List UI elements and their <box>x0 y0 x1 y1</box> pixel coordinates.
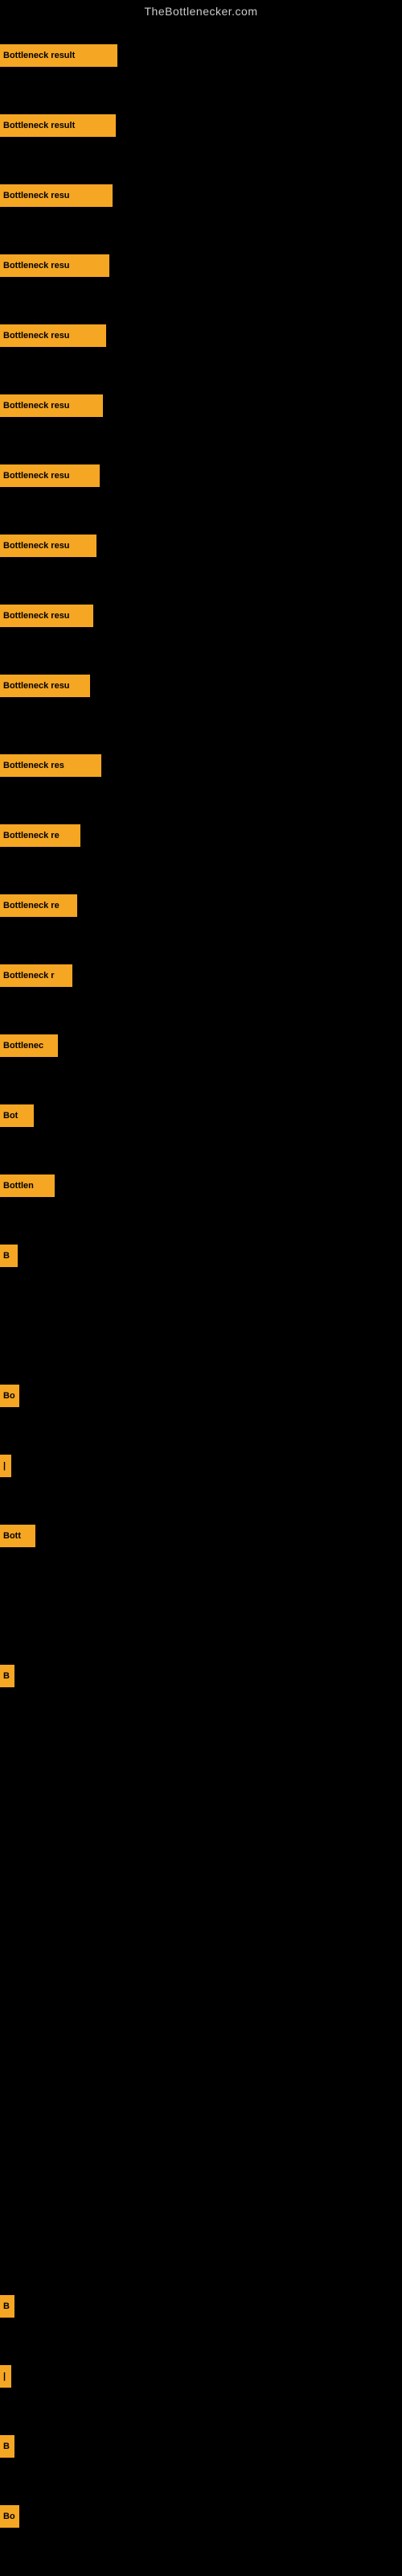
bar-label: | <box>0 2365 11 2388</box>
bar-row: Bottleneck re <box>0 894 77 917</box>
bar-label: B <box>0 2435 14 2458</box>
bar-row: Bottlen <box>0 1174 55 1197</box>
bar-row: Bo <box>0 1385 19 1407</box>
bar-row: B <box>0 1665 14 1687</box>
bar-label: | <box>0 1455 11 1477</box>
bar-row: Bottleneck result <box>0 44 117 67</box>
bar-label: Bottlenec <box>0 1034 58 1057</box>
bar-row: Bottleneck result <box>0 114 116 137</box>
bar-row: | <box>0 1455 11 1477</box>
bar-row: Bottleneck resu <box>0 324 106 347</box>
bar-label: Bottleneck re <box>0 824 80 847</box>
bar-row: B <box>0 2435 14 2458</box>
bar-label: B <box>0 2295 14 2318</box>
bar-label: Bottleneck resu <box>0 394 103 417</box>
bar-row: Bottleneck resu <box>0 464 100 487</box>
bar-row: B <box>0 1245 18 1267</box>
bar-row: Bottleneck resu <box>0 675 90 697</box>
bar-label: Bottleneck result <box>0 44 117 67</box>
bar-label: Bottleneck re <box>0 894 77 917</box>
bar-row: Bottleneck re <box>0 824 80 847</box>
bar-row: Bottleneck resu <box>0 394 103 417</box>
bar-label: Bottleneck resu <box>0 605 93 627</box>
bar-label: Bottleneck resu <box>0 184 113 207</box>
site-title: TheBottlenecker.com <box>0 0 402 21</box>
bar-row: Bo <box>0 2505 19 2528</box>
bar-label: Bottleneck resu <box>0 675 90 697</box>
bar-row: Bottleneck r <box>0 964 72 987</box>
bar-row: Bott <box>0 1525 35 1547</box>
bar-row: Bottleneck resu <box>0 535 96 557</box>
bar-row: Bottleneck resu <box>0 254 109 277</box>
bar-row: Bot <box>0 1104 34 1127</box>
bar-label: Bo <box>0 2505 19 2528</box>
bar-label: Bott <box>0 1525 35 1547</box>
bar-row: | <box>0 2365 11 2388</box>
bar-label: Bottleneck resu <box>0 535 96 557</box>
bar-label: Bottlen <box>0 1174 55 1197</box>
bar-label: Bottleneck res <box>0 754 101 777</box>
bar-label: Bo <box>0 1385 19 1407</box>
bar-label: B <box>0 1245 18 1267</box>
bar-row: Bottleneck resu <box>0 184 113 207</box>
bar-row: Bottlenec <box>0 1034 58 1057</box>
bar-label: Bottleneck resu <box>0 254 109 277</box>
bar-label: Bot <box>0 1104 34 1127</box>
bar-label: B <box>0 1665 14 1687</box>
bar-label: Bottleneck resu <box>0 324 106 347</box>
bar-label: Bottleneck resu <box>0 464 100 487</box>
bar-row: B <box>0 2295 14 2318</box>
bar-row: Bottleneck resu <box>0 605 93 627</box>
bar-label: Bottleneck r <box>0 964 72 987</box>
bar-label: Bottleneck result <box>0 114 116 137</box>
bar-row: Bottleneck res <box>0 754 101 777</box>
